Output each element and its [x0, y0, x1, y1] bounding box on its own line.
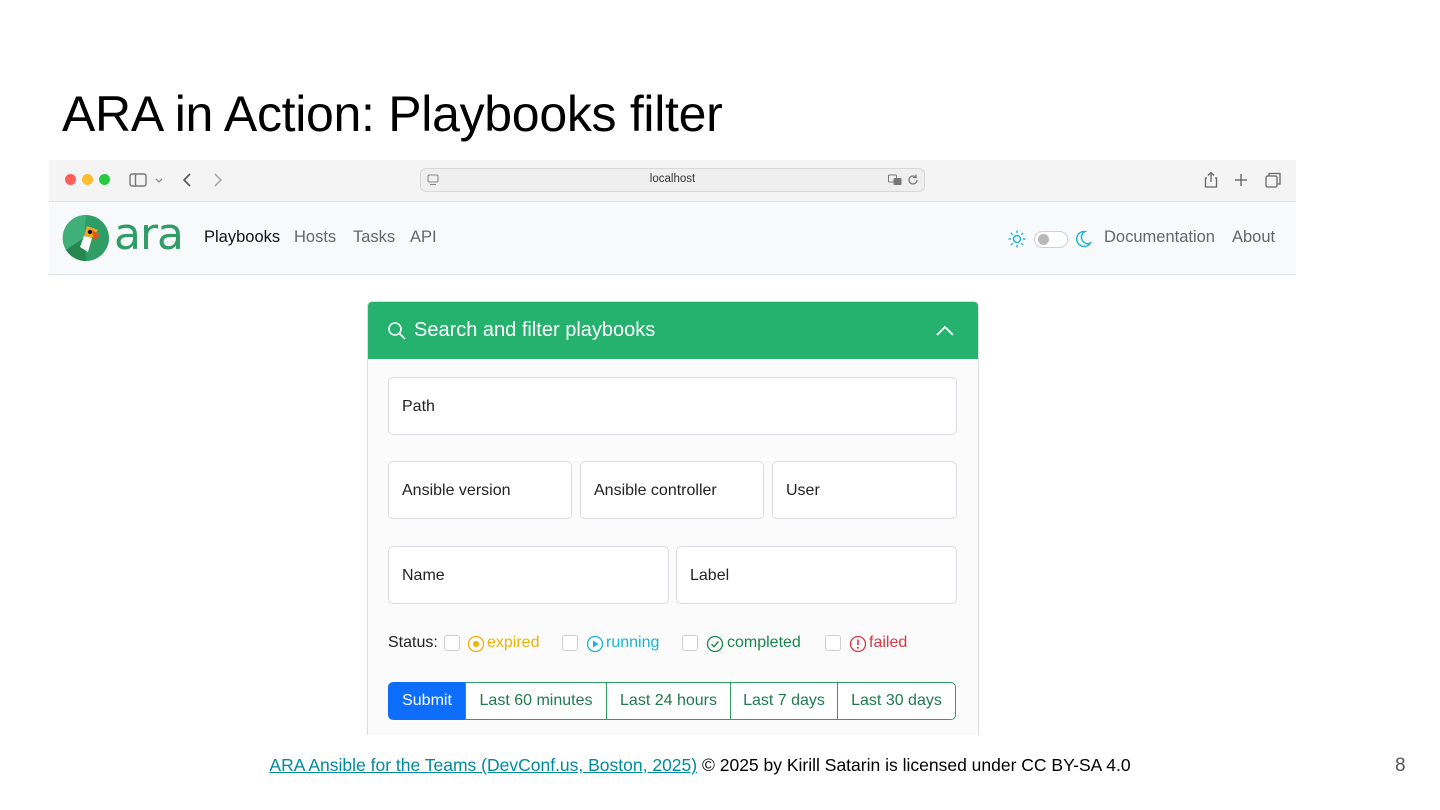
- expired-icon: [467, 635, 485, 653]
- submit-button[interactable]: Submit: [388, 682, 466, 720]
- browser-toolbar: localhost: [49, 160, 1296, 202]
- nav-link-about[interactable]: About: [1232, 228, 1275, 247]
- ara-wordmark[interactable]: ara: [114, 209, 184, 260]
- nav-link-documentation[interactable]: Documentation: [1104, 228, 1215, 247]
- address-bar[interactable]: localhost: [420, 168, 925, 192]
- browser-screenshot: localhost ara Playbooks Hosts Tasks API …: [49, 160, 1296, 735]
- close-window-button[interactable]: [65, 174, 76, 185]
- ansible-version-placeholder: Ansible version: [402, 482, 511, 499]
- filter-card-header[interactable]: Search and filter playbooks: [368, 302, 978, 359]
- status-label: Status:: [388, 634, 438, 651]
- reload-icon[interactable]: [905, 172, 921, 188]
- nav-link-hosts[interactable]: Hosts: [294, 228, 336, 247]
- status-failed-label[interactable]: failed: [869, 634, 907, 652]
- completed-icon: [706, 635, 724, 653]
- ansible-controller-placeholder: Ansible controller: [594, 482, 717, 499]
- status-failed-checkbox[interactable]: [825, 635, 841, 651]
- slide-title: ARA in Action: Playbooks filter: [62, 86, 723, 142]
- user-input[interactable]: User: [772, 461, 957, 519]
- tabs-overview-icon[interactable]: [1263, 170, 1283, 190]
- filter-card-title: Search and filter playbooks: [414, 319, 656, 341]
- last-30-days-button[interactable]: Last 30 days: [837, 682, 956, 720]
- last-24-hours-button[interactable]: Last 24 hours: [606, 682, 731, 720]
- new-tab-icon[interactable]: [1231, 170, 1251, 190]
- app-navbar: ara Playbooks Hosts Tasks API Documentat…: [49, 202, 1296, 275]
- status-completed-checkbox[interactable]: [682, 635, 698, 651]
- failed-icon: [849, 635, 867, 653]
- path-input[interactable]: Path: [388, 377, 957, 435]
- translate-icon[interactable]: [887, 172, 903, 188]
- status-completed-label[interactable]: completed: [727, 634, 801, 652]
- search-icon: [388, 322, 406, 340]
- share-icon[interactable]: [1201, 170, 1221, 190]
- toggle-knob: [1038, 234, 1049, 245]
- user-placeholder: User: [786, 482, 820, 499]
- slide-footer: ARA Ansible for the Teams (DevConf.us, B…: [0, 755, 1400, 776]
- back-icon[interactable]: [178, 170, 198, 190]
- nav-link-api[interactable]: API: [410, 228, 437, 247]
- license-text: © 2025 by Kirill Satarin is licensed und…: [697, 755, 1131, 775]
- zoom-window-button[interactable]: [99, 174, 110, 185]
- page-number: 8: [1395, 755, 1406, 776]
- nav-link-playbooks[interactable]: Playbooks: [204, 228, 280, 247]
- last-60-minutes-button[interactable]: Last 60 minutes: [465, 682, 607, 720]
- path-placeholder: Path: [402, 398, 435, 415]
- url-text: localhost: [649, 173, 696, 185]
- minimize-window-button[interactable]: [82, 174, 93, 185]
- moon-icon: [1076, 230, 1093, 248]
- nav-link-tasks[interactable]: Tasks: [353, 228, 395, 247]
- name-placeholder: Name: [402, 567, 445, 584]
- running-icon: [586, 635, 604, 653]
- status-expired-label[interactable]: expired: [487, 634, 539, 652]
- ara-parrot-logo[interactable]: [62, 214, 110, 262]
- status-filter: Status: expired running completed failed: [388, 633, 968, 655]
- chevron-down-icon[interactable]: [151, 170, 167, 190]
- ansible-controller-input[interactable]: Ansible controller: [580, 461, 764, 519]
- filter-card: Search and filter playbooks Path Ansible…: [367, 301, 979, 735]
- sidebar-icon[interactable]: [128, 170, 148, 190]
- sun-icon: [1008, 230, 1026, 248]
- status-running-checkbox[interactable]: [562, 635, 578, 651]
- status-expired-checkbox[interactable]: [444, 635, 460, 651]
- label-input[interactable]: Label: [676, 546, 957, 604]
- talk-link[interactable]: ARA Ansible for the Teams (DevConf.us, B…: [269, 755, 697, 775]
- label-placeholder: Label: [690, 567, 730, 584]
- last-7-days-button[interactable]: Last 7 days: [730, 682, 838, 720]
- name-input[interactable]: Name: [388, 546, 669, 604]
- status-running-label[interactable]: running: [606, 634, 659, 652]
- forward-icon[interactable]: [207, 170, 227, 190]
- chevron-up-icon[interactable]: [934, 322, 956, 340]
- theme-toggle[interactable]: [1034, 231, 1068, 248]
- ansible-version-input[interactable]: Ansible version: [388, 461, 572, 519]
